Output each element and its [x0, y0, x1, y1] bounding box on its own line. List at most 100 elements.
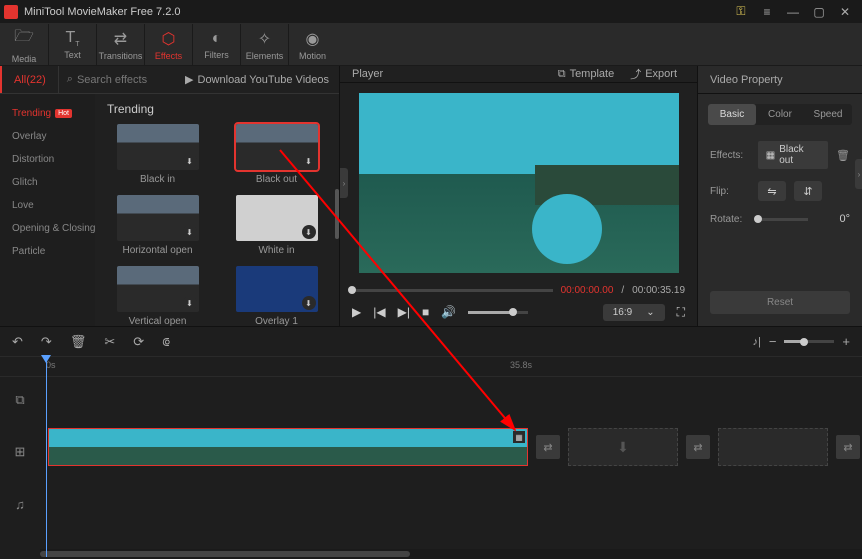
close-button[interactable]: ✕ — [832, 0, 858, 24]
zoom-slider[interactable] — [784, 340, 834, 343]
video-clip[interactable]: ▦ — [48, 428, 528, 466]
export-button[interactable]: ⤴Export — [622, 66, 685, 82]
expand-left-handle[interactable]: › — [340, 168, 348, 198]
crop-button[interactable]: ⟃ — [162, 334, 170, 350]
playhead[interactable] — [46, 357, 47, 557]
undo-button[interactable]: ↶ — [12, 334, 23, 350]
effect-black-in[interactable]: ⬇Black in — [107, 124, 208, 185]
effect-overlay-1[interactable]: ⬇Overlay 1 — [226, 266, 327, 326]
category-glitch[interactable]: Glitch — [0, 171, 95, 194]
volume-icon[interactable]: 🔊 — [441, 305, 456, 319]
split-button[interactable]: ✂ — [104, 334, 115, 350]
effect-white-in[interactable]: ⬇White in — [226, 195, 327, 256]
effect-black-out[interactable]: ⬇Black out — [226, 124, 327, 185]
motion-icon: ◉ — [306, 29, 320, 49]
category-particle[interactable]: Particle — [0, 240, 95, 263]
tab-motion[interactable]: ◉Motion — [288, 24, 336, 65]
transition-slot[interactable]: ⇄ — [536, 435, 560, 459]
drop-zone[interactable]: ⬇ — [568, 428, 678, 466]
menu-icon[interactable]: ≡ — [754, 0, 780, 24]
rotate-label: Rotate: — [710, 214, 750, 225]
youtube-icon: ▶ — [185, 73, 193, 86]
property-tab-speed[interactable]: Speed — [804, 104, 852, 125]
license-key-icon[interactable]: ⚿ — [728, 0, 754, 24]
download-icon[interactable]: ⬇ — [183, 154, 197, 168]
flip-horizontal-button[interactable]: ⇋ — [758, 181, 786, 201]
zoom-in-button[interactable]: + — [842, 334, 850, 349]
category-opening[interactable]: Opening & Closing — [0, 217, 95, 240]
track-overlay-icon[interactable]: ⧉ — [0, 377, 40, 422]
download-icon[interactable]: ⬇ — [302, 225, 316, 239]
category-overlay[interactable]: Overlay — [0, 125, 95, 148]
maximize-button[interactable]: ▢ — [806, 0, 832, 24]
speed-button[interactable]: ⟳ — [133, 334, 144, 350]
time-current: 00:00:00.00 — [561, 285, 614, 296]
aspect-ratio-select[interactable]: 16:9⌄ — [603, 304, 665, 321]
tab-filters[interactable]: ◐Filters — [192, 24, 240, 65]
tab-text[interactable]: TTText — [48, 24, 96, 65]
zoom-out-button[interactable]: − — [769, 334, 777, 349]
timeline-scrollbar[interactable] — [40, 549, 862, 559]
delete-effect-icon[interactable]: 🗑 — [836, 149, 850, 162]
chevron-down-icon: ⌄ — [646, 307, 654, 318]
video-preview[interactable] — [359, 93, 679, 273]
play-button[interactable]: ▶ — [352, 305, 361, 319]
reset-button[interactable]: Reset — [710, 291, 850, 314]
delete-button[interactable]: 🗑 — [70, 334, 87, 350]
time-total: 00:00:35.19 — [632, 285, 685, 296]
effect-badge-icon: ▦ — [766, 150, 775, 161]
redo-button[interactable]: ↷ — [41, 334, 52, 350]
minimize-button[interactable]: — — [780, 0, 806, 24]
tab-effects[interactable]: ⬡Effects — [144, 24, 192, 65]
prev-frame-button[interactable]: |◀ — [373, 305, 385, 319]
download-icon[interactable]: ⬇ — [302, 154, 316, 168]
folder-icon: 🗁 — [14, 25, 34, 52]
filters-icon: ◐ — [212, 30, 222, 48]
stop-button[interactable]: ■ — [422, 305, 429, 319]
download-icon[interactable]: ⬇ — [302, 296, 316, 310]
template-button[interactable]: ⧉Template — [550, 68, 623, 81]
timeline-ruler[interactable]: 0s 35.8s — [0, 357, 862, 377]
effect-vertical-open[interactable]: ⬇Vertical open — [107, 266, 208, 326]
category-trending[interactable]: TrendingHot — [0, 102, 95, 125]
flip-vertical-button[interactable]: ⇵ — [794, 181, 822, 201]
track-video-icon[interactable]: ⊞ — [0, 422, 40, 482]
effects-label: Effects: — [710, 150, 750, 161]
tab-media[interactable]: 🗁Media — [0, 24, 48, 65]
property-panel-title: Video Property — [698, 66, 862, 94]
template-icon: ⧉ — [558, 68, 566, 81]
search-icon: ⌕ — [67, 73, 73, 86]
download-youtube-link[interactable]: ▶Download YouTube Videos — [175, 73, 339, 86]
fullscreen-button[interactable]: ⛶ — [677, 305, 685, 320]
search-input[interactable]: ⌕Search effects — [58, 66, 175, 93]
applied-effect-value[interactable]: ▦Black out — [758, 141, 828, 169]
transition-slot[interactable]: ⇄ — [836, 435, 860, 459]
category-distortion[interactable]: Distortion — [0, 148, 95, 171]
tab-transitions[interactable]: ⇄Transitions — [96, 24, 144, 65]
app-logo — [4, 5, 18, 19]
download-icon[interactable]: ⬇ — [183, 296, 197, 310]
expand-right-handle[interactable]: › — [855, 159, 862, 189]
next-frame-button[interactable]: ▶| — [398, 305, 410, 319]
scrollbar-thumb[interactable] — [335, 189, 339, 239]
app-title: MiniTool MovieMaker Free 7.2.0 — [24, 6, 728, 18]
download-icon[interactable]: ⬇ — [183, 225, 197, 239]
rotate-slider[interactable] — [758, 218, 808, 221]
rotate-value: 0° — [839, 213, 850, 225]
elements-icon: ✧ — [258, 29, 271, 49]
property-tab-basic[interactable]: Basic — [708, 104, 756, 125]
transition-slot[interactable]: ⇄ — [686, 435, 710, 459]
track-audio-icon[interactable]: ♫ — [0, 482, 40, 527]
audio-toggle-icon[interactable]: ♪| — [752, 336, 760, 348]
property-tab-color[interactable]: Color — [756, 104, 804, 125]
drop-zone[interactable] — [718, 428, 828, 466]
text-icon: TT — [65, 29, 79, 48]
volume-slider[interactable] — [468, 311, 528, 314]
player-panel-title: Player — [352, 68, 550, 80]
all-effects-count[interactable]: All(22) — [0, 66, 58, 93]
effect-horizontal-open[interactable]: ⬇Horizontal open — [107, 195, 208, 256]
seek-slider[interactable] — [352, 289, 553, 292]
category-love[interactable]: Love — [0, 194, 95, 217]
tab-elements[interactable]: ✧Elements — [240, 24, 288, 65]
transitions-icon: ⇄ — [114, 29, 127, 49]
